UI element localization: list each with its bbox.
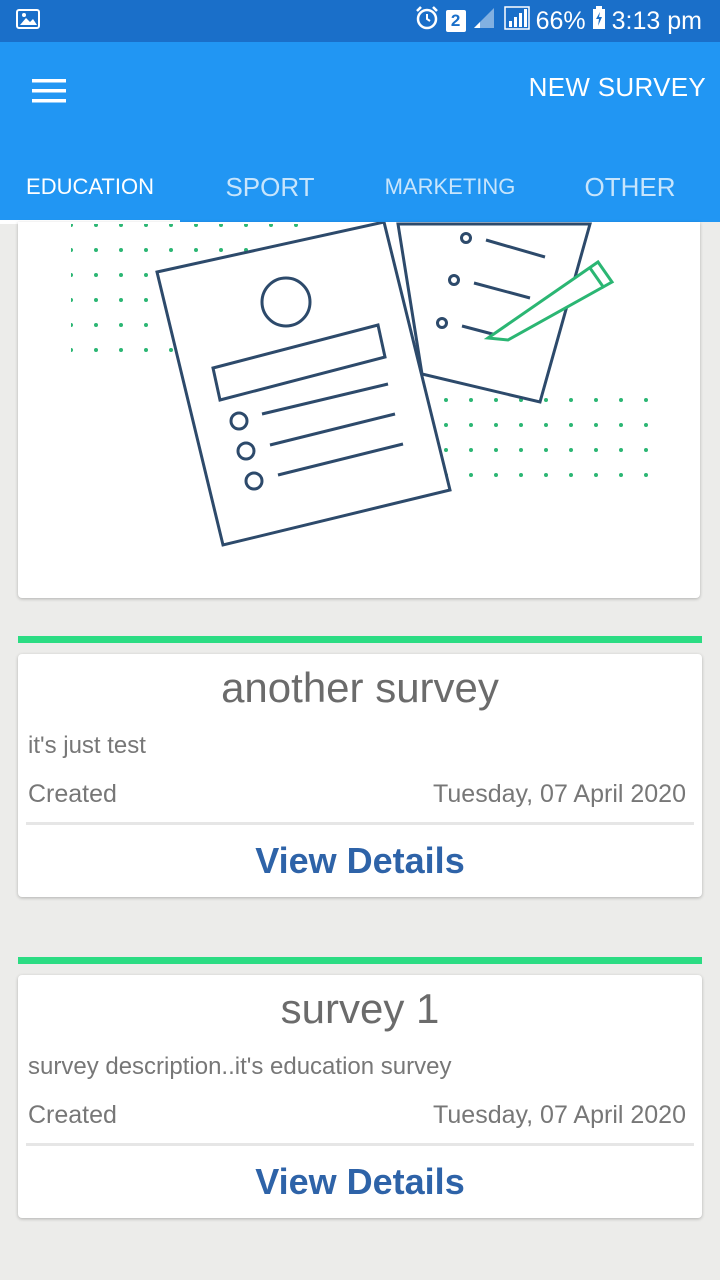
- survey-created-row: Created Tuesday, 07 April 2020: [18, 1095, 702, 1143]
- battery-charging-icon: [592, 5, 606, 37]
- menu-button[interactable]: [24, 70, 74, 112]
- created-date: Tuesday, 07 April 2020: [433, 780, 686, 808]
- card-accent-bar: [18, 957, 702, 964]
- survey-created-row: Created Tuesday, 07 April 2020: [18, 774, 702, 822]
- view-details-button[interactable]: View Details: [18, 825, 702, 897]
- tab-sport[interactable]: SPORT: [180, 152, 360, 222]
- survey-card: survey 1 survey description..it's educat…: [18, 957, 702, 1218]
- category-tabs: EDUCATION SPORT MARKETING OTHER: [0, 152, 720, 224]
- card-accent-bar: [18, 636, 702, 643]
- tab-education[interactable]: EDUCATION: [0, 152, 180, 224]
- survey-card-body: survey 1 survey description..it's educat…: [18, 975, 702, 1218]
- tab-marketing[interactable]: MARKETING: [360, 152, 540, 222]
- battery-percent: 66%: [535, 7, 586, 35]
- view-details-button[interactable]: View Details: [18, 1146, 702, 1218]
- sim-badge: 2: [445, 10, 466, 32]
- survey-title: survey 1: [280, 985, 440, 1032]
- status-bar: 2 66% 3:13 pm: [0, 0, 720, 42]
- clock: 3:13 pm: [611, 7, 702, 35]
- created-label: Created: [28, 780, 117, 808]
- tab-other[interactable]: OTHER: [540, 152, 720, 222]
- signal-icon: [503, 5, 530, 37]
- survey-illustration-card: [18, 222, 700, 598]
- created-label: Created: [28, 1101, 117, 1129]
- survey-card-body: another survey it's just test Created Tu…: [18, 654, 702, 897]
- app-bar: NEW SURVEY EDUCATION SPORT MARKETING OTH…: [0, 42, 720, 224]
- survey-illustration: [71, 222, 651, 547]
- new-survey-button[interactable]: NEW SURVEY: [529, 72, 706, 103]
- survey-description: survey description..it's education surve…: [28, 1053, 452, 1080]
- created-date: Tuesday, 07 April 2020: [433, 1101, 686, 1129]
- hamburger-menu-icon: [32, 79, 66, 103]
- survey-card: another survey it's just test Created Tu…: [18, 636, 702, 897]
- survey-title: another survey: [221, 664, 499, 711]
- alarm-icon: [414, 5, 440, 38]
- signal-weak-icon: [472, 6, 498, 37]
- survey-description: it's just test: [28, 732, 146, 759]
- image-notification-icon: [16, 8, 40, 35]
